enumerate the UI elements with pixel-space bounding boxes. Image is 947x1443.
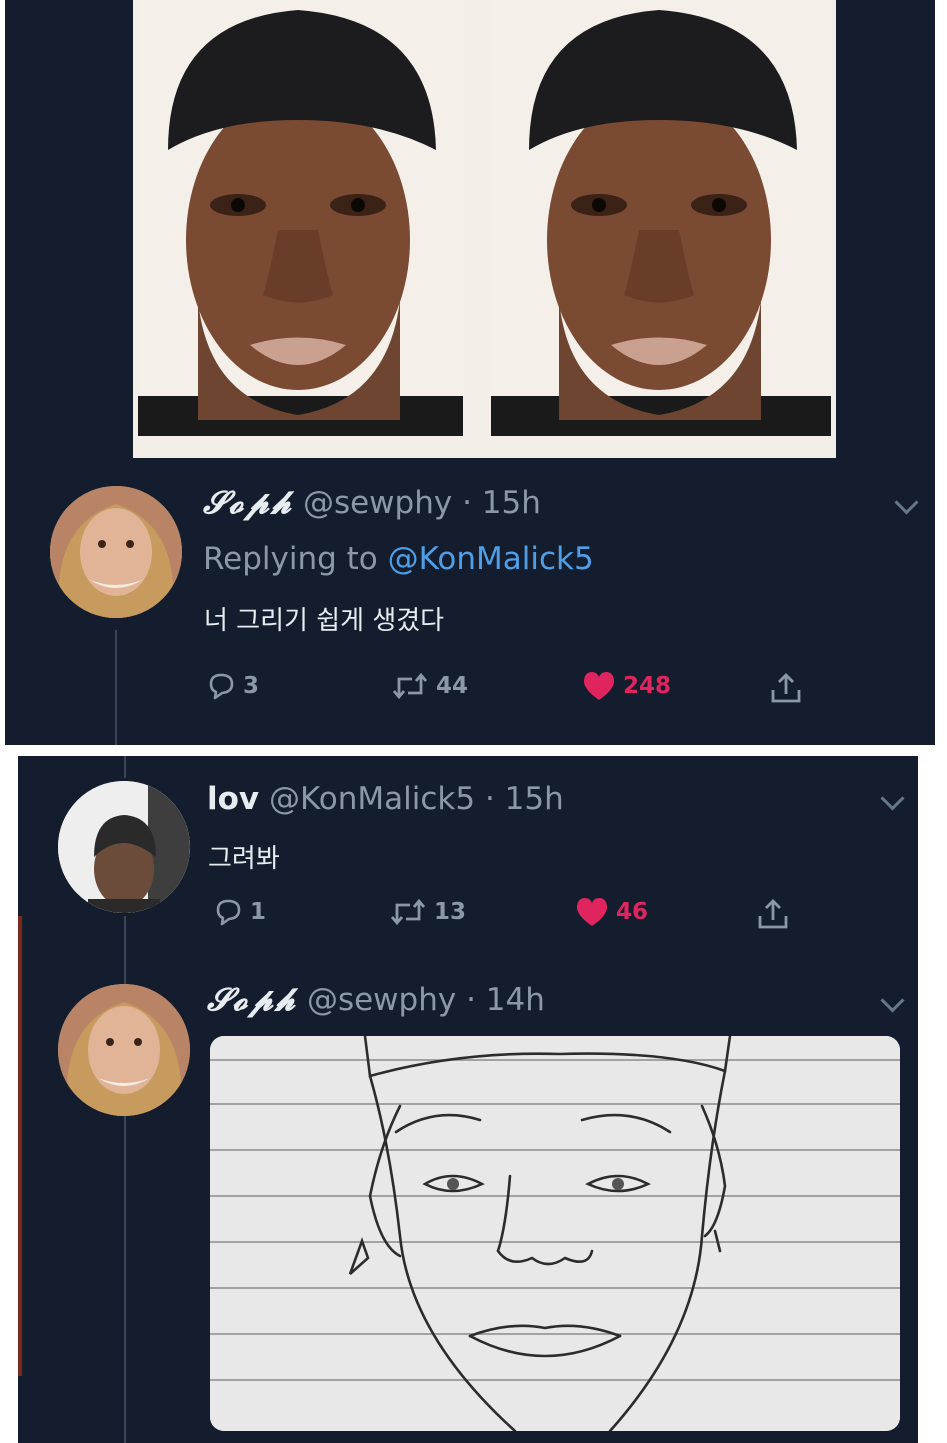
chevron-down-icon[interactable] [880, 988, 905, 1013]
retweet-icon [390, 898, 426, 926]
heart-icon [583, 672, 615, 700]
reply-button[interactable]: 3 [205, 670, 259, 702]
timestamp[interactable]: · 14h [466, 982, 545, 1018]
display-name[interactable]: lov [207, 781, 259, 817]
display-name[interactable]: 𝓢𝓸𝓹𝓱 [203, 485, 293, 521]
tweet-panel-top: 𝓢𝓸𝓹𝓱 @sewphy · 15h Replying to @KonMalic… [5, 0, 935, 745]
retweet-count: 44 [436, 673, 469, 699]
timestamp[interactable]: · 15h [462, 485, 541, 521]
handle[interactable]: @sewphy [307, 982, 456, 1018]
avatar[interactable] [58, 984, 190, 1116]
handle[interactable]: @KonMalick5 [269, 781, 475, 817]
thread-line [115, 630, 117, 745]
retweet-icon [392, 672, 428, 700]
tweet-header: 𝓢𝓸𝓹𝓱 @sewphy · 14h [207, 982, 545, 1019]
replying-prefix: Replying to [203, 541, 378, 577]
reply-count: 1 [250, 899, 267, 925]
tweet-text: 그려봐 [208, 844, 280, 874]
like-count: 248 [623, 673, 672, 699]
chevron-down-icon[interactable] [894, 490, 919, 515]
timestamp[interactable]: · 15h [485, 781, 564, 817]
attached-drawing[interactable] [210, 1036, 900, 1431]
share-icon [758, 899, 788, 929]
tweet-panel-bottom: lov @KonMalick5 · 15h 그려봐 1 13 46 𝓢𝓸𝓹𝓱 @… [18, 756, 918, 1443]
portrait-photo-right [491, 0, 831, 436]
tweet-text: 너 그리기 쉽게 생겼다 [204, 606, 445, 636]
display-name[interactable]: 𝓢𝓸𝓹𝓱 [207, 982, 297, 1018]
share-button[interactable] [755, 896, 791, 932]
retweet-count: 13 [434, 899, 467, 925]
avatar[interactable] [58, 781, 190, 913]
share-icon [771, 673, 801, 703]
thread-line [124, 1116, 126, 1443]
reply-icon [209, 673, 234, 700]
thread-line [124, 916, 126, 991]
retweet-button[interactable]: 13 [388, 896, 466, 928]
tweet-header: 𝓢𝓸𝓹𝓱 @sewphy · 15h [203, 485, 541, 522]
reply-button[interactable]: 1 [212, 896, 266, 928]
like-count: 46 [616, 899, 649, 925]
mention-link[interactable]: @KonMalick5 [388, 541, 594, 577]
retweet-button[interactable]: 44 [390, 670, 468, 702]
like-button[interactable]: 46 [574, 896, 648, 928]
chevron-down-icon[interactable] [880, 786, 905, 811]
handle[interactable]: @sewphy [303, 485, 452, 521]
like-button[interactable]: 248 [581, 670, 671, 702]
portrait-photo-left [138, 0, 463, 436]
share-button[interactable] [768, 670, 804, 706]
tweet-header: lov @KonMalick5 · 15h [207, 781, 564, 817]
avatar[interactable] [50, 486, 182, 618]
replying-to: Replying to @KonMalick5 [203, 541, 594, 577]
left-accent-bar [18, 916, 22, 1376]
attached-photo[interactable] [133, 0, 836, 458]
reply-icon [216, 899, 241, 926]
reply-count: 3 [243, 673, 260, 699]
heart-icon [576, 898, 608, 926]
thread-line [124, 756, 126, 778]
